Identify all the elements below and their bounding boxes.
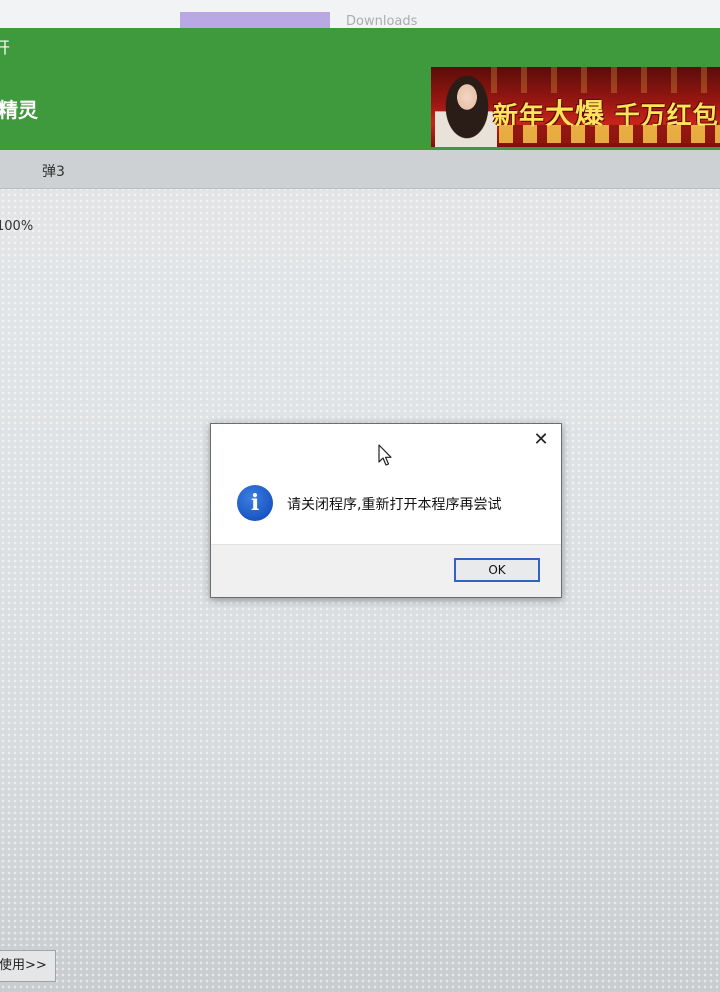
mouse-pointer-icon xyxy=(378,444,392,466)
ad-banner[interactable]: 新年大爆 千万红包 xyxy=(431,67,720,147)
banner-coin-row xyxy=(499,125,720,143)
active-tab-highlight[interactable] xyxy=(180,12,330,28)
banner-character-image xyxy=(435,67,497,147)
close-icon: ✕ xyxy=(533,429,549,450)
sub-toolbar: 弹3 xyxy=(0,150,720,189)
browser-tab-strip: Downloads xyxy=(0,0,720,29)
banner-lanterns xyxy=(491,67,720,93)
downloads-tab-label[interactable]: Downloads xyxy=(346,14,417,28)
progress-percent: 100% xyxy=(0,219,34,234)
ok-button[interactable]: OK xyxy=(454,558,540,582)
header-corner-text: 开 xyxy=(0,38,11,57)
close-button[interactable]: ✕ xyxy=(529,428,553,452)
info-icon: i xyxy=(237,485,273,521)
dialog-message: 请关闭程序,重新打开本程序再尝试 xyxy=(287,497,502,513)
use-button[interactable]: 使用>> xyxy=(0,950,56,982)
app-title: 精灵 xyxy=(0,98,38,122)
dialog-footer: OK xyxy=(211,544,561,597)
subrow-label[interactable]: 弹3 xyxy=(42,161,65,181)
